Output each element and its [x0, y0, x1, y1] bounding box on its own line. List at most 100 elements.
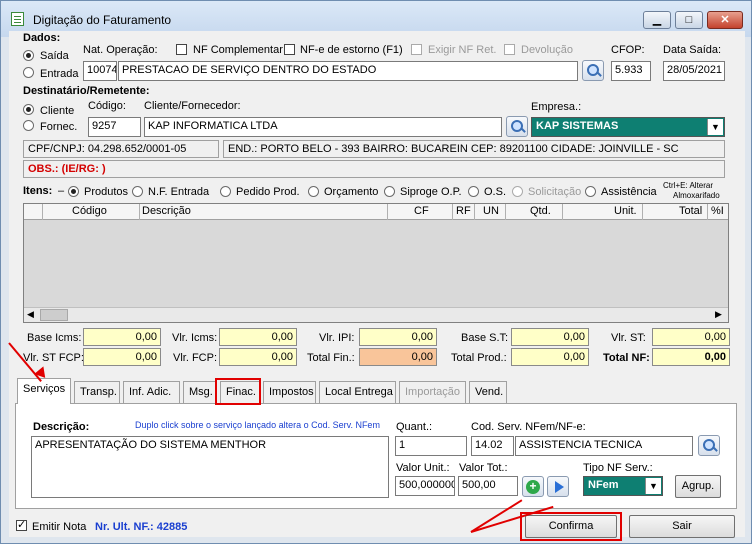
next-button[interactable] [547, 476, 569, 497]
exigir-nf-ret-checkbox[interactable] [411, 44, 422, 55]
itens-label: Itens: [23, 185, 53, 197]
minimize-button[interactable]: ▁ [643, 11, 671, 29]
nat-op-code-input[interactable]: 10074 [83, 61, 117, 81]
entrada-radio[interactable] [23, 67, 34, 78]
col-qtd[interactable]: Qtd. [530, 205, 551, 217]
scroll-left-icon[interactable]: ◀ [27, 309, 34, 320]
tab-servicos[interactable]: Serviços [17, 378, 71, 404]
play-icon [555, 481, 564, 493]
cliente-fornecedor-label: Cliente/Fornecedor: [144, 100, 241, 112]
codigo-input[interactable]: 9257 [88, 117, 141, 137]
devolucao-checkbox[interactable] [504, 44, 515, 55]
nat-op-desc-input[interactable]: PRESTACAO DE SERVIÇO DENTRO DO ESTADO [118, 61, 578, 81]
cliente-label: Cliente [40, 105, 75, 117]
tipo-nf-select[interactable]: NFem ▼ [583, 476, 663, 496]
data-saida-input[interactable]: 28/05/2021 [663, 61, 725, 81]
vlr-ipi-label: Vlr. IPI: [319, 332, 355, 344]
valor-unit-label: Valor Unit.: [396, 462, 450, 474]
col-codigo[interactable]: Código [72, 205, 107, 217]
valor-tot-input[interactable]: 500,00 [458, 476, 518, 496]
tab-importacao[interactable]: Importação [399, 381, 466, 403]
obs-display: OBS.: (IE/RG: ) [23, 160, 725, 178]
siproge-radio[interactable] [384, 186, 395, 197]
close-button[interactable]: ✕ [707, 11, 743, 29]
nf-complementar-checkbox[interactable] [176, 44, 187, 55]
sair-button[interactable]: Sair [629, 515, 735, 538]
nf-entrada-radio[interactable] [132, 186, 143, 197]
nat-op-label: Nat. Operação: [83, 44, 158, 56]
cod-serv-label: Cod. Serv. NFem/NF-e: [471, 421, 586, 433]
scroll-thumb[interactable] [40, 309, 68, 321]
total-nf-value: 0,00 [652, 348, 730, 366]
valor-unit-input[interactable]: 500,000000 [395, 476, 455, 496]
siproge-label: Siproge O.P. [400, 186, 462, 198]
cliente-fornecedor-input[interactable]: KAP INFORMATICA LTDA [144, 117, 502, 137]
cliente-search-icon[interactable] [506, 116, 528, 137]
descricao-textarea[interactable]: APRESENTATAÇÃO DO SISTEMA MENTHOR [31, 436, 389, 498]
vlr-icms-value: 0,00 [219, 328, 297, 346]
tab-local-entrega[interactable]: Local Entrega [319, 381, 396, 403]
items-grid[interactable]: Código Descrição CF RF UN Qtd. Unit. Tot… [23, 203, 729, 323]
cfop-input[interactable]: 5.933 [611, 61, 651, 81]
exigir-nf-ret-label: Exigir NF Ret. [428, 44, 497, 56]
col-pct[interactable]: %I [711, 205, 724, 217]
col-sep [707, 204, 708, 220]
empresa-select[interactable]: KAP SISTEMAS ▼ [531, 117, 725, 137]
col-total[interactable]: Total [679, 205, 702, 217]
emitir-nota-checkbox[interactable] [16, 518, 27, 531]
orcamento-radio[interactable] [308, 186, 319, 197]
os-label: O.S. [484, 186, 507, 198]
col-rf[interactable]: RF [456, 205, 471, 217]
highlight-box-finac [215, 378, 261, 405]
descricao-label: Descrição: [33, 421, 90, 433]
tipo-nf-label: Tipo NF Serv.: [583, 462, 653, 474]
quant-input[interactable]: 1 [395, 436, 467, 456]
cfop-label: CFOP: [611, 44, 645, 56]
scroll-right-icon[interactable]: ▶ [715, 309, 722, 320]
nfe-estorno-label: NF-e de estorno (F1) [300, 44, 403, 56]
tab-impostos[interactable]: Impostos [263, 381, 316, 403]
col-unit[interactable]: Unit. [614, 205, 637, 217]
nf-complementar-label: NF Complementar [193, 44, 283, 56]
cod-serv-search-icon[interactable] [698, 435, 720, 456]
highlight-box-confirma [520, 512, 622, 541]
emitir-nota-label: Emitir Nota [32, 521, 87, 533]
total-nf-label: Total NF: [603, 352, 650, 364]
window-title: Digitação do Faturamento [33, 13, 172, 27]
base-icms-value: 0,00 [83, 328, 161, 346]
tab-transp[interactable]: Transp. [74, 381, 120, 403]
col-un[interactable]: UN [483, 205, 499, 217]
nf-entrada-label: N.F. Entrada [148, 186, 210, 198]
assistencia-radio[interactable] [585, 186, 596, 197]
maximize-button[interactable]: □ [675, 11, 703, 29]
assistencia-label: Assistência [601, 186, 657, 198]
nfe-estorno-checkbox[interactable] [284, 44, 295, 55]
cod-serv-input[interactable]: 14.02 [471, 436, 514, 456]
produtos-radio[interactable] [68, 186, 79, 197]
vlr-fcp-label: Vlr. FCP: [173, 352, 218, 364]
agrup-button[interactable]: Agrup. [675, 475, 721, 498]
add-service-button[interactable]: + [522, 476, 544, 497]
ult-nf-label: Nr. Ult. NF.: 42885 [95, 521, 188, 533]
base-icms-label: Base Icms: [27, 332, 82, 344]
total-fin-label: Total Fin.: [307, 352, 355, 364]
horizontal-scrollbar[interactable]: ◀ ▶ [24, 307, 728, 322]
itens-separator: – [58, 185, 65, 197]
tab-vend[interactable]: Vend. [469, 381, 507, 403]
tab-msg[interactable]: Msg. [183, 381, 216, 403]
cliente-radio[interactable] [23, 104, 34, 115]
base-st-label: Base S.T: [461, 332, 509, 344]
solicitacao-label: Solicitação [528, 186, 582, 198]
nat-op-search-icon[interactable] [582, 60, 604, 81]
descricao-hint: Duplo click sobre o serviço lançado alte… [135, 420, 380, 430]
fornec-radio[interactable] [23, 120, 34, 131]
cod-serv-desc-input[interactable]: ASSISTENCIA TECNICA [515, 436, 693, 456]
solicitacao-radio[interactable] [512, 186, 523, 197]
tab-inf-adic[interactable]: Inf. Adic. [123, 381, 180, 403]
empresa-value: KAP SISTEMAS [536, 120, 619, 132]
col-descricao[interactable]: Descrição [142, 205, 191, 217]
saida-radio[interactable] [23, 50, 34, 61]
col-cf[interactable]: CF [414, 205, 429, 217]
os-radio[interactable] [468, 186, 479, 197]
pedido-prod-radio[interactable] [220, 186, 231, 197]
